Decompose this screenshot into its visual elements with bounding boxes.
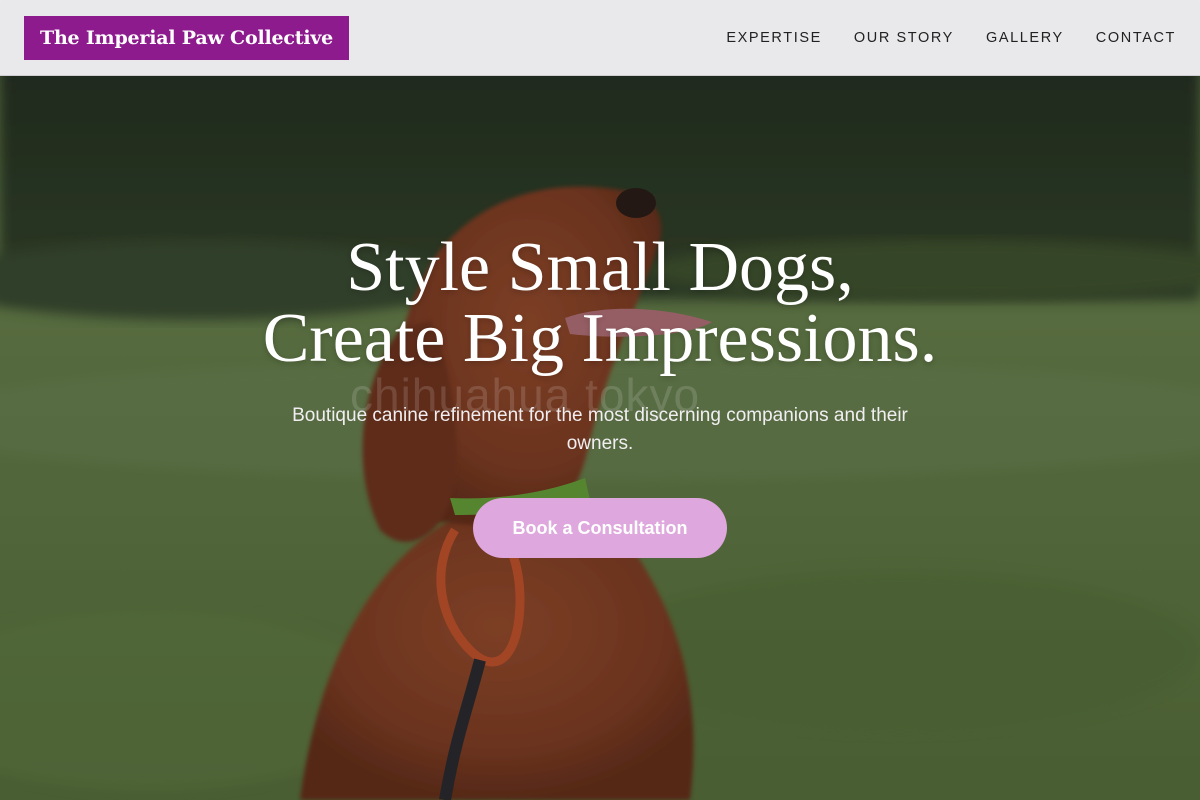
brand-logo[interactable]: The Imperial Paw Collective bbox=[24, 16, 350, 60]
hero-subtitle: Boutique canine refinement for the most … bbox=[292, 405, 908, 454]
main-nav: EXPERTISE OUR STORY GALLERY CONTACT bbox=[694, 0, 1176, 76]
hero-title-line-2: Create Big Impressions. bbox=[262, 300, 938, 377]
nav-link-gallery[interactable]: GALLERY bbox=[986, 30, 1064, 46]
nav-link-expertise[interactable]: EXPERTISE bbox=[726, 30, 822, 46]
book-consultation-button[interactable]: Book a Consultation bbox=[473, 498, 727, 558]
nav-link-our-story[interactable]: OUR STORY bbox=[854, 30, 954, 46]
nav-link-contact[interactable]: CONTACT bbox=[1096, 30, 1176, 46]
hero-title: Style Small Dogs, Create Big Impressions… bbox=[0, 232, 1200, 374]
site-header: The Imperial Paw Collective EXPERTISE OU… bbox=[0, 0, 1200, 76]
hero-title-line-1: Style Small Dogs, bbox=[346, 229, 854, 306]
hero-section: Style Small Dogs, Create Big Impressions… bbox=[0, 232, 1200, 558]
